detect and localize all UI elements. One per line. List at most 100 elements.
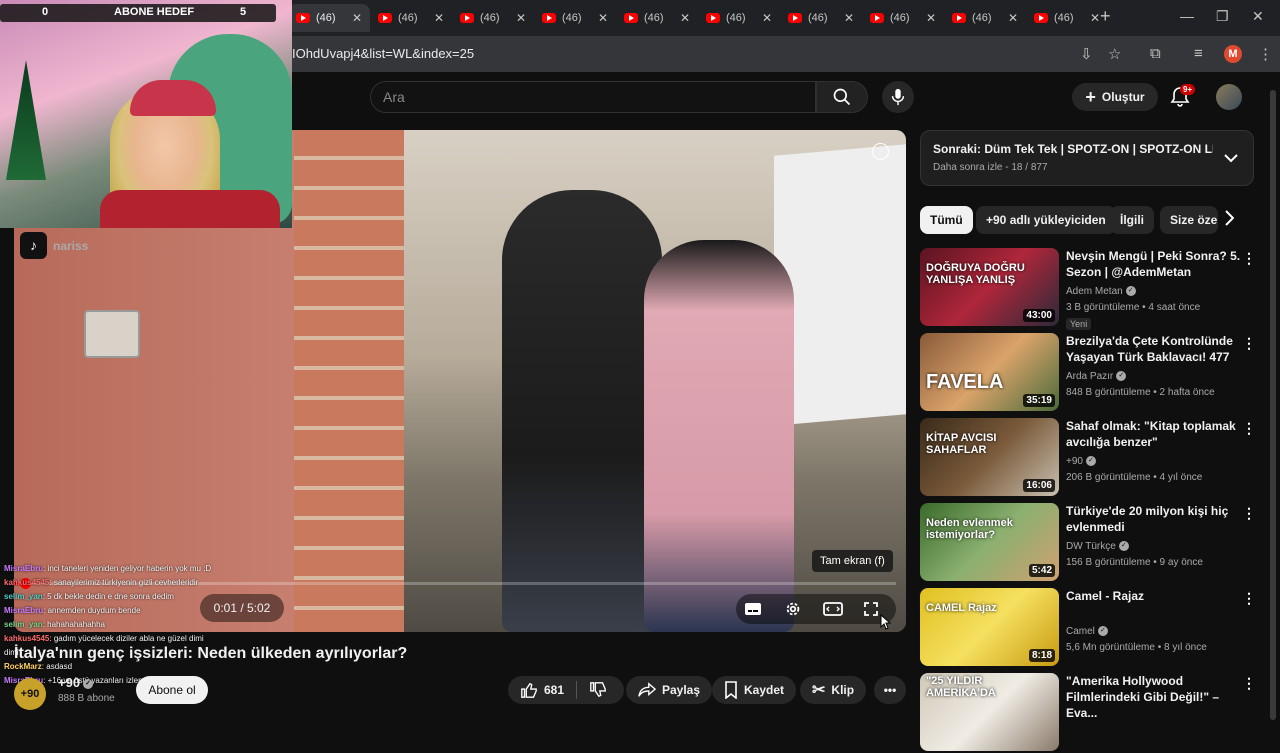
browser-tab[interactable]: (46) ✕: [780, 4, 862, 32]
youtube-favicon-icon: [706, 13, 720, 23]
maximize-icon[interactable]: ❐: [1216, 8, 1229, 25]
recommended-channel[interactable]: DW Türkçe ✓: [1066, 541, 1129, 552]
install-app-icon[interactable]: ⇩: [1080, 45, 1093, 63]
chevron-right-icon[interactable]: [1224, 210, 1235, 231]
close-tab-icon[interactable]: ✕: [844, 11, 854, 25]
theater-mode-icon[interactable]: [822, 598, 844, 620]
browser-tab[interactable]: (46) ✕: [616, 4, 698, 32]
more-vertical-icon[interactable]: ⋮: [1242, 505, 1256, 522]
recommended-video-title[interactable]: Camel - Rajaz: [1066, 588, 1246, 604]
save-button[interactable]: Kaydet: [712, 676, 797, 704]
close-tab-icon[interactable]: ✕: [516, 11, 526, 25]
chat-text: : inci taneleri yeniden geliyor haberin …: [43, 564, 212, 573]
browser-menu-icon[interactable]: ⋮: [1258, 45, 1273, 63]
video-thumbnail[interactable]: Neden evlenmek istemiyorlar? 5:42: [920, 503, 1059, 581]
bookmark-star-icon[interactable]: ☆: [1108, 45, 1121, 63]
browser-tab[interactable]: (46) ✕: [288, 4, 370, 32]
filter-chip[interactable]: İlgili: [1110, 206, 1154, 234]
filter-chip[interactable]: +90 adlı yükleyiciden: [976, 206, 1116, 234]
recommended-channel[interactable]: Camel ✓: [1066, 626, 1108, 637]
channel-name[interactable]: +90 ✓: [58, 675, 94, 690]
close-tab-icon[interactable]: ✕: [1090, 11, 1100, 25]
like-count: 681: [544, 683, 565, 697]
close-tab-icon[interactable]: ✕: [434, 11, 444, 25]
create-button[interactable]: + Oluştur: [1072, 83, 1158, 111]
recommended-video-title[interactable]: Türkiye'de 20 milyon kişi hiç evlenmedi: [1066, 503, 1246, 535]
chevron-down-icon[interactable]: [1224, 150, 1238, 168]
recommended-video[interactable]: Neden evlenmek istemiyorlar? 5:42 Türkiye'…: [920, 503, 1260, 583]
more-vertical-icon[interactable]: ⋮: [1242, 420, 1256, 437]
chat-username: kahkus4545: [4, 578, 50, 587]
more-actions-button[interactable]: •••: [874, 676, 906, 704]
browser-tab[interactable]: (46) ✕: [534, 4, 616, 32]
search-input[interactable]: Ara: [370, 81, 816, 113]
video-thumbnail[interactable]: FAVELA 35:19: [920, 333, 1059, 411]
browser-tab[interactable]: (46) ✕: [698, 4, 780, 32]
next-video-title: Sonraki: Düm Tek Tek | SPOTZ-ON | SPOTZ-…: [933, 142, 1213, 156]
video-thumbnail[interactable]: "25 YILDIR AMERİKA'DA: [920, 673, 1059, 751]
recommended-video[interactable]: CAMEL Rajaz 8:18 Camel - Rajaz Camel ✓ 5,6 Mn…: [920, 588, 1260, 668]
recommended-video-title[interactable]: "Amerika Hollywood Filmlerindeki Gibi De…: [1066, 673, 1246, 721]
like-button[interactable]: 681: [508, 676, 624, 704]
close-tab-icon[interactable]: ✕: [352, 11, 362, 25]
recommended-video[interactable]: DOĞRUYA DOĞRU YANLIŞA YANLIŞ 43:00 Nevşin …: [920, 248, 1260, 330]
more-vertical-icon[interactable]: ⋮: [1242, 675, 1256, 692]
user-avatar[interactable]: [1216, 84, 1242, 110]
recommended-channel[interactable]: Adem Metan ✓: [1066, 286, 1136, 297]
close-tab-icon[interactable]: ✕: [680, 11, 690, 25]
filter-chip[interactable]: Tümü: [920, 206, 973, 234]
recommended-video-title[interactable]: Nevşin Mengü | Peki Sonra? 5. Sezon | @A…: [1066, 248, 1246, 280]
recommended-video[interactable]: "25 YILDIR AMERİKA'DA "Amerika Hollywood …: [920, 673, 1260, 753]
video-frame-man: [502, 190, 662, 632]
mouse-cursor-icon: [880, 613, 892, 635]
new-tab-button[interactable]: +: [1100, 6, 1111, 27]
subscribe-button[interactable]: Abone ol: [136, 676, 208, 704]
channel-avatar[interactable]: +90: [14, 678, 46, 710]
youtube-favicon-icon: [870, 13, 884, 23]
more-vertical-icon[interactable]: ⋮: [1242, 590, 1256, 607]
page-scrollbar[interactable]: [1270, 90, 1276, 720]
clip-button[interactable]: ✂ Klip: [800, 676, 867, 704]
profile-avatar[interactable]: M: [1224, 45, 1242, 63]
recommended-video-title[interactable]: Brezilya'da Çete Kontrolünde Yaşayan Tür…: [1066, 333, 1246, 365]
recommended-channel[interactable]: Arda Pazır ✓: [1066, 371, 1127, 382]
browser-tab[interactable]: (46) ✕: [944, 4, 1026, 32]
video-thumbnail[interactable]: CAMEL Rajaz 8:18: [920, 588, 1059, 666]
share-button[interactable]: Paylaş: [626, 676, 713, 704]
browser-tab[interactable]: (46) ✕: [1026, 4, 1108, 32]
video-title: İtalya'nın genç işsizleri: Neden ülkeden…: [14, 645, 408, 662]
browser-tab[interactable]: (46) ✕: [452, 4, 534, 32]
subtitles-icon[interactable]: [742, 598, 764, 620]
close-tab-icon[interactable]: ✕: [926, 11, 936, 25]
close-window-icon[interactable]: ✕: [1252, 8, 1264, 25]
verified-icon: ✓: [83, 678, 94, 689]
playlist-next-card[interactable]: [920, 130, 1254, 186]
recommended-channel[interactable]: +90 ✓: [1066, 456, 1096, 467]
recommended-video[interactable]: KİTAP AVCISI SAHAFLAR 16:06 Sahaf olmak: "…: [920, 418, 1260, 498]
close-tab-icon[interactable]: ✕: [762, 11, 772, 25]
new-badge: Yeni: [1066, 318, 1092, 330]
recommended-video[interactable]: FAVELA 35:19 Brezilya'da Çete Kontrolünde …: [920, 333, 1260, 413]
close-tab-icon[interactable]: ✕: [598, 11, 608, 25]
recommended-video-title[interactable]: Sahaf olmak: "Kitap toplamak avcılığa be…: [1066, 418, 1246, 450]
filter-chip[interactable]: Size öze: [1160, 206, 1218, 234]
subscriber-count: 888 B abone: [58, 693, 115, 704]
search-button[interactable]: [816, 81, 868, 113]
minimize-icon[interactable]: —: [1180, 8, 1194, 24]
url-field[interactable]: IOhdUvapj4&list=WL&index=25: [292, 46, 474, 61]
video-thumbnail[interactable]: KİTAP AVCISI SAHAFLAR 16:06: [920, 418, 1059, 496]
thumbs-down-icon[interactable]: [589, 681, 607, 699]
more-vertical-icon[interactable]: ⋮: [1242, 250, 1256, 267]
info-icon[interactable]: i: [872, 143, 889, 160]
close-tab-icon[interactable]: ✕: [1008, 11, 1018, 25]
extensions-icon[interactable]: ⧉: [1150, 45, 1161, 62]
fullscreen-icon[interactable]: [860, 598, 882, 620]
voice-search-button[interactable]: [882, 81, 914, 113]
browser-tab[interactable]: (46) ✕: [370, 4, 452, 32]
settings-gear-icon[interactable]: [782, 598, 804, 620]
reading-list-icon[interactable]: ≡: [1194, 45, 1203, 62]
browser-tab[interactable]: (46) ✕: [862, 4, 944, 32]
video-thumbnail[interactable]: DOĞRUYA DOĞRU YANLIŞA YANLIŞ 43:00: [920, 248, 1059, 326]
channel-label: Camel: [1066, 626, 1095, 637]
more-vertical-icon[interactable]: ⋮: [1242, 335, 1256, 352]
